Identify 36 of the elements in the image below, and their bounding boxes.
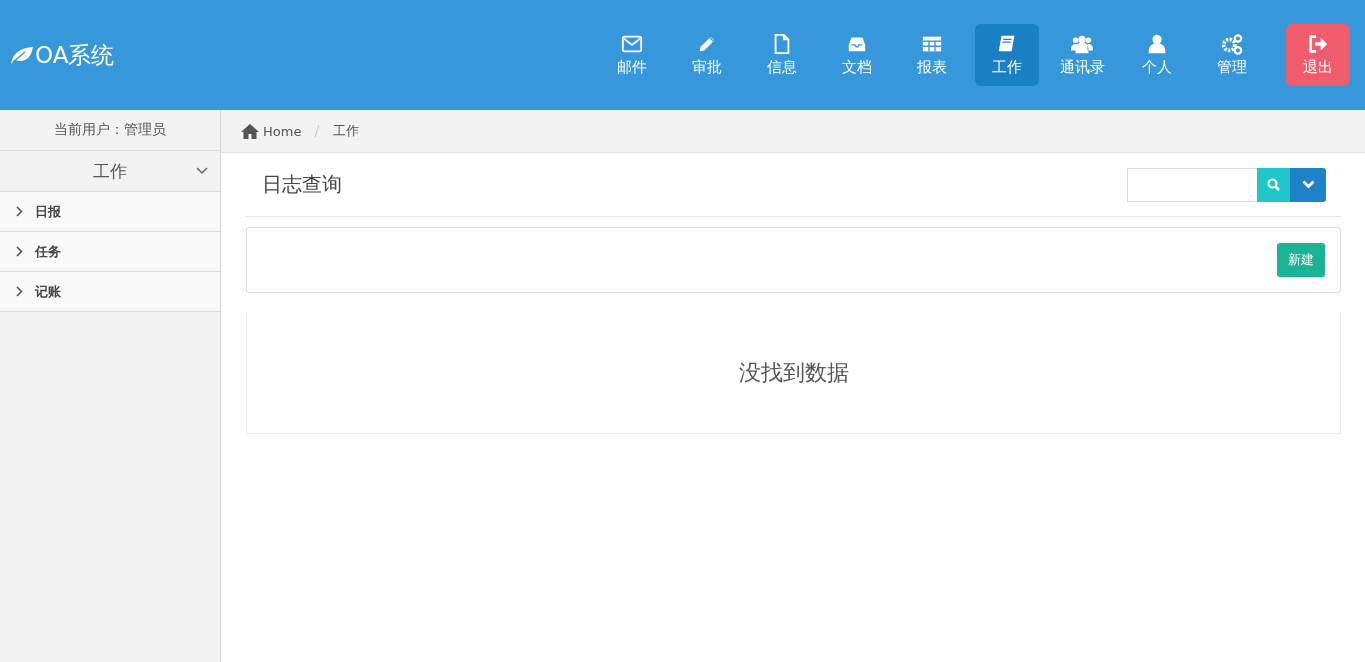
sidebar-item[interactable]: 任务	[0, 232, 220, 272]
chevron-down-icon	[1301, 180, 1315, 189]
exit-icon	[1306, 33, 1330, 55]
empty-message: 没找到数据	[738, 358, 849, 387]
group-icon	[1070, 33, 1094, 55]
nav-tab[interactable]: 个人	[1125, 24, 1189, 86]
new-button[interactable]: 新建	[1277, 243, 1325, 277]
chevron-icon	[16, 286, 23, 297]
search-icon	[1267, 178, 1280, 191]
home-icon	[241, 123, 259, 139]
chevron-icon	[16, 206, 23, 217]
dropdown-button[interactable]	[1290, 167, 1326, 202]
search-button[interactable]	[1257, 167, 1290, 202]
nav-tab[interactable]: 信息	[750, 24, 814, 86]
current-user-label: 当前用户：管理员	[0, 110, 220, 151]
nav-tab[interactable]: 通讯录	[1050, 24, 1114, 86]
page-title: 日志查询	[262, 171, 342, 198]
app-logo-text: OA系统	[35, 40, 115, 70]
sidebar-item[interactable]: 记账	[0, 272, 220, 312]
search-field[interactable]	[1127, 167, 1257, 202]
nav-tab[interactable]: 管理	[1200, 24, 1264, 86]
gears-icon	[1220, 33, 1244, 55]
chevron-icon	[196, 166, 208, 176]
nav-tab[interactable]: 审批	[675, 24, 739, 86]
nav-tab[interactable]: 报表	[900, 24, 964, 86]
breadcrumb-separator	[313, 124, 322, 138]
sidebar-item[interactable]: 日报	[0, 192, 220, 232]
home-link[interactable]: Home	[241, 123, 302, 139]
leaf-icon	[10, 45, 34, 65]
logout-button[interactable]: 退出	[1286, 24, 1350, 86]
nav-tab[interactable]: 邮件	[600, 24, 664, 86]
nav-tab[interactable]: 工作	[975, 24, 1039, 86]
breadcrumb-current: 工作	[333, 122, 360, 140]
envelope-icon	[620, 33, 644, 55]
nav-tab[interactable]: 文档	[825, 24, 889, 86]
chevron-icon	[16, 246, 23, 257]
